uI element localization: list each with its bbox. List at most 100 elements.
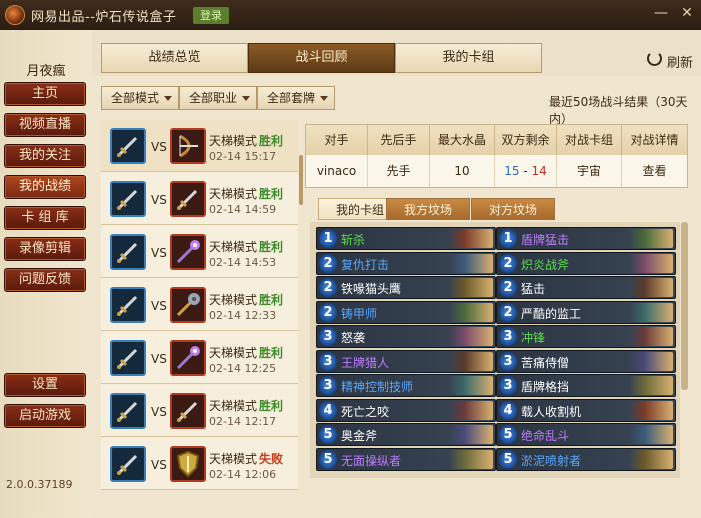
sidebar-item-feedback[interactable]: 问题反馈 [4, 268, 86, 292]
subtab-opp-graveyard[interactable]: 对方坟场 [471, 198, 555, 220]
match-result: 胜利 [259, 187, 284, 201]
launch-game-button[interactable]: 启动游戏 [4, 404, 86, 428]
card-list-scrollbar[interactable] [681, 222, 688, 390]
card-name: 铁喙猫头鹰 [341, 282, 402, 296]
sidebar-item-live[interactable]: 视频直播 [4, 113, 86, 137]
sidebar-item-my-records[interactable]: 我的战绩 [4, 175, 86, 199]
view-details-link[interactable]: 查看 [622, 155, 687, 187]
match-row[interactable]: VS 天梯模式 失败 02-14 12:06 [101, 438, 298, 490]
card-name: 冲锋 [521, 331, 546, 345]
match-mode: 天梯模式 [209, 240, 258, 254]
card-cost: 4 [319, 400, 337, 420]
settings-button[interactable]: 设置 [4, 373, 86, 397]
card-item[interactable]: 2 复仇打击 [316, 251, 496, 275]
minimize-icon[interactable]: — [652, 4, 670, 22]
refresh-icon[interactable] [647, 51, 662, 66]
card-name: 盾牌格挡 [521, 380, 570, 394]
sidebar-item-replay-editor[interactable]: 录像剪辑 [4, 237, 86, 261]
card-item[interactable]: 1 斩杀 [316, 227, 496, 250]
tab-my-decks[interactable]: 我的卡组 [395, 43, 542, 73]
card-name: 猛击 [521, 282, 546, 296]
match-date: 02-14 15:17 [209, 150, 277, 163]
card-item[interactable]: 5 绝命乱斗 [496, 423, 676, 446]
card-item[interactable]: 3 怒袭 [316, 325, 496, 348]
card-item[interactable]: 2 猛击 [496, 276, 676, 299]
card-item[interactable]: 2 严酷的监工 [496, 300, 676, 324]
vs-label: VS [151, 140, 167, 154]
card-cost: 5 [499, 425, 517, 444]
app-logo-icon [5, 5, 25, 25]
match-result: 失败 [259, 452, 284, 466]
card-item[interactable]: 5 无面操纵者 [316, 447, 496, 471]
card-item[interactable]: 5 淤泥喷射者 [496, 447, 676, 471]
sword-icon [110, 393, 146, 429]
card-cost: 2 [499, 302, 517, 322]
header-max-mana: 最大水晶 [430, 125, 495, 155]
match-row[interactable]: VS 天梯模式 胜利 02-14 12:33 [101, 279, 298, 331]
tab-battle-review[interactable]: 战斗回顾 [248, 43, 395, 73]
card-item[interactable]: 2 炽炎战斧 [496, 251, 676, 275]
sword-icon [110, 128, 146, 164]
card-art [629, 253, 673, 273]
card-item[interactable]: 3 冲锋 [496, 325, 676, 348]
match-row[interactable]: VS 天梯模式 胜利 02-14 15:17 [101, 120, 298, 172]
match-list-scrollbar[interactable] [299, 155, 303, 205]
card-name: 无面操纵者 [341, 453, 402, 468]
card-art [629, 229, 673, 248]
cell-turn-order: 先手 [368, 155, 430, 187]
card-art [449, 278, 493, 297]
card-item[interactable]: 4 死亡之咬 [316, 398, 496, 422]
close-icon[interactable]: ✕ [678, 4, 696, 22]
match-mode: 天梯模式 [209, 346, 258, 360]
card-art [629, 327, 673, 346]
card-item[interactable]: 3 精神控制技师 [316, 374, 496, 397]
card-item[interactable]: 5 奥金斧 [316, 423, 496, 446]
card-art [449, 351, 493, 371]
subtab-my-graveyard[interactable]: 我方坟场 [386, 198, 470, 220]
card-item[interactable]: 4 载人收割机 [496, 398, 676, 422]
remaining-opp: 14 [531, 164, 547, 178]
login-button[interactable]: 登录 [193, 7, 229, 24]
filter-mode-select[interactable]: 全部模式 [101, 86, 179, 110]
match-result: 胜利 [259, 293, 284, 307]
card-art [449, 327, 493, 346]
match-date: 02-14 12:33 [209, 309, 277, 322]
card-item[interactable]: 3 盾牌格挡 [496, 374, 676, 397]
shield-icon [170, 446, 206, 482]
card-art [449, 376, 493, 395]
card-name: 苦痛侍僧 [521, 355, 570, 370]
header-details: 对战详情 [622, 125, 687, 155]
match-row[interactable]: VS 天梯模式 胜利 02-14 12:25 [101, 332, 298, 384]
card-item[interactable]: 3 苦痛侍僧 [496, 349, 676, 373]
card-name: 复仇打击 [341, 257, 390, 272]
match-row[interactable]: VS 天梯模式 胜利 02-14 12:17 [101, 385, 298, 437]
card-name: 王牌猎人 [341, 355, 390, 370]
tab-overview[interactable]: 战绩总览 [101, 43, 248, 73]
filter-deck-select[interactable]: 全部套牌 [257, 86, 335, 110]
card-item[interactable]: 3 王牌猎人 [316, 349, 496, 373]
match-mode: 天梯模式 [209, 134, 258, 148]
card-item[interactable]: 1 盾牌猛击 [496, 227, 676, 250]
remaining-own: 15 [504, 164, 520, 178]
filter-class-select[interactable]: 全部职业 [179, 86, 257, 110]
header-opponent: 对手 [306, 125, 368, 155]
card-art [629, 302, 673, 322]
card-art [449, 400, 493, 420]
cell-remaining: 15 - 14 [495, 155, 557, 187]
sidebar-item-deck-library[interactable]: 卡 组 库 [4, 206, 86, 230]
chevron-down-icon [164, 96, 172, 101]
refresh-button[interactable]: 刷新 [667, 52, 693, 71]
vs-label: VS [151, 458, 167, 472]
card-name: 淤泥喷射者 [521, 453, 582, 468]
card-item[interactable]: 2 铁喙猫头鹰 [316, 276, 496, 299]
sidebar-item-following[interactable]: 我的关注 [4, 144, 86, 168]
card-item[interactable]: 2 铸甲师 [316, 300, 496, 324]
vs-label: VS [151, 299, 167, 313]
card-cost: 3 [319, 351, 337, 371]
sidebar-item-home[interactable]: 主页 [4, 82, 86, 106]
card-cost: 3 [499, 327, 517, 346]
match-row[interactable]: VS 天梯模式 胜利 02-14 14:53 [101, 226, 298, 278]
match-row[interactable]: VS 天梯模式 胜利 02-14 14:59 [101, 173, 298, 225]
card-art [629, 400, 673, 420]
version-label: 2.0.0.37189 [6, 478, 73, 491]
